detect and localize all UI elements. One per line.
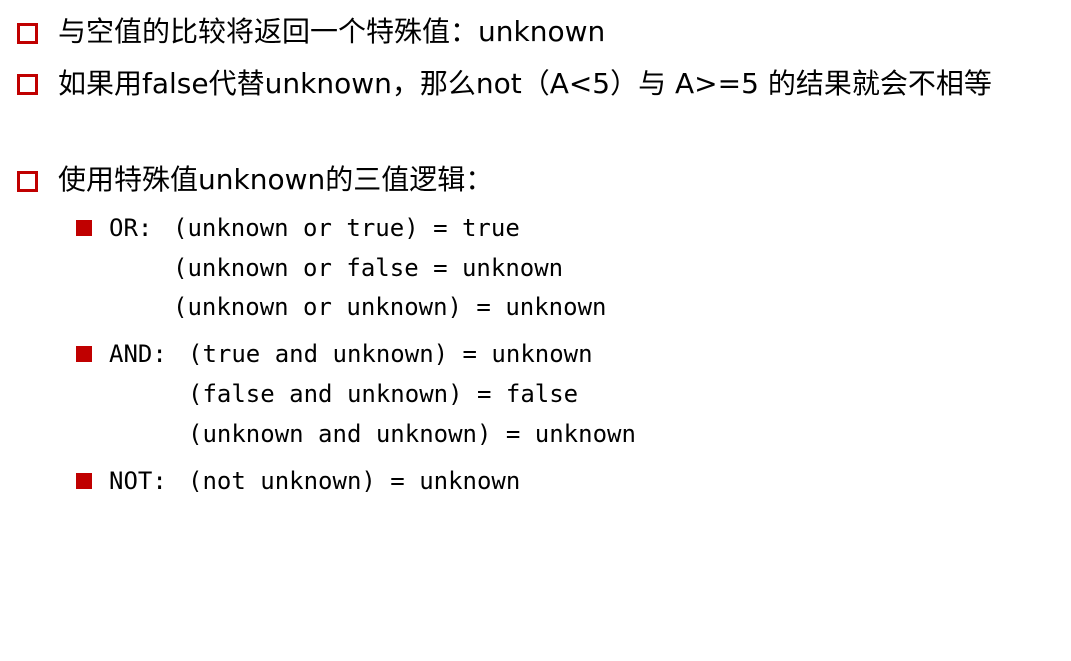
logic-line: (unknown or true) = true (173, 214, 520, 242)
hollow-square-bullet-icon (17, 23, 38, 44)
hollow-square-bullet-icon (17, 74, 38, 95)
solid-square-bullet-icon (76, 346, 92, 362)
logic-not: NOT: (not unknown) = unknown (76, 461, 520, 661)
logic-line: (not unknown) = unknown (188, 467, 521, 495)
logic-line: (unknown or false = unknown (173, 254, 564, 282)
hollow-square-bullet-icon (17, 171, 38, 192)
logic-line: (unknown or unknown) = unknown (173, 293, 607, 321)
bullet-text: 与空值的比较将返回一个特殊值：unknown (58, 15, 606, 48)
solid-square-bullet-icon (76, 220, 92, 236)
logic-label: NOT: (109, 467, 167, 495)
logic-line: (false and unknown) = false (188, 380, 579, 408)
bullet-text: 使用特殊值unknown的三值逻辑： (58, 163, 494, 196)
logic-line: (true and unknown) = unknown (188, 340, 593, 368)
solid-square-bullet-icon (76, 473, 92, 489)
logic-line: (unknown and unknown) = unknown (188, 420, 636, 448)
logic-label: OR: (109, 214, 153, 242)
bullet-text: 如果用false代替unknown，那么not（A<5）与 A>=5 的结果就会… (58, 67, 992, 100)
slide: 与空值的比较将返回一个特殊值：unknown 如果用false代替unknown… (0, 0, 1071, 510)
logic-label: AND: (109, 340, 167, 368)
